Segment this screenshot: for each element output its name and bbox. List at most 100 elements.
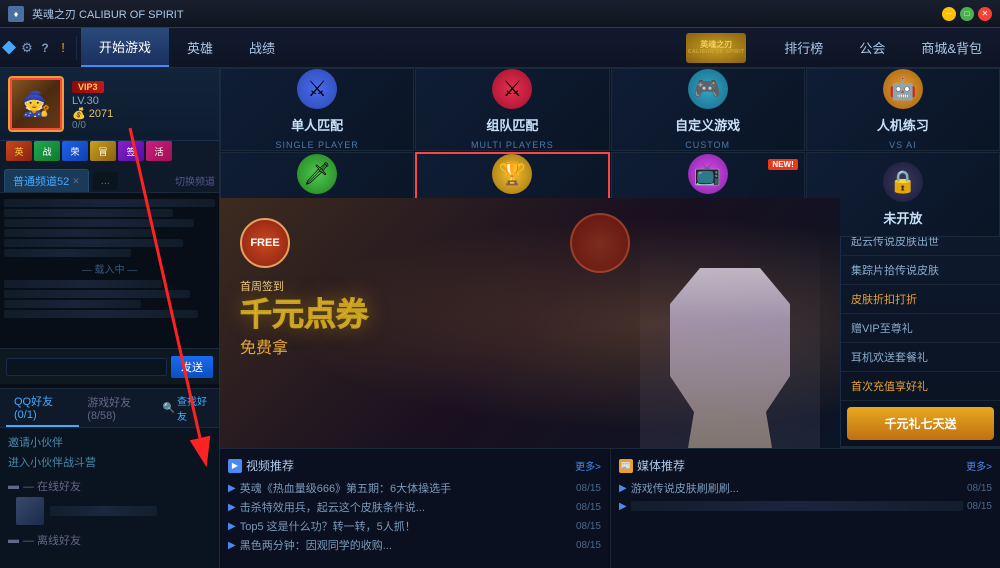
chat-input[interactable] [6, 358, 167, 376]
close-channel-icon[interactable]: ✕ [72, 176, 80, 187]
tab-ranking[interactable]: 排行榜 [766, 28, 841, 67]
friends-actions: 邀请小伙伴 进入小伙伴战斗营 [0, 428, 219, 476]
media-section-header: 📰 媒体推荐 更多> [619, 457, 992, 474]
avatar-highlight [10, 78, 62, 130]
help-icon[interactable]: ? [36, 39, 54, 57]
new-badge: NEW! [768, 159, 797, 170]
settings-icon[interactable]: ⚙ [18, 39, 36, 57]
video-section: ▶ 视频推荐 更多> ▶ 英魂《热血量级666》第五期：6大体操选手 08/15… [220, 449, 609, 568]
right-panel-item-6: 首次充值享好礼 [841, 372, 1000, 401]
search-icon: 🔍 [163, 403, 175, 414]
top-navigation: ⚙ ? ! 开始游戏 英雄 战绩 英魂之刃 CALIBUR OF SPIRIT … [0, 28, 1000, 68]
tab-battle-record[interactable]: 战绩 [231, 28, 293, 67]
chat-message-blurred-3 [4, 229, 152, 237]
video-date-3: 08/15 [576, 540, 601, 551]
media-bullet-0: ▶ [619, 483, 627, 494]
profile-item-5[interactable]: 活 [146, 141, 172, 161]
mode-single-player[interactable]: ⚔ 单人匹配 SINGLE PLAYER [220, 68, 414, 151]
online-group-header[interactable]: ▬ — 在线好友 [8, 478, 211, 494]
locked-icon: 🔒 [883, 162, 923, 202]
mode-custom[interactable]: 🎮 自定义游戏 CUSTOM [611, 68, 805, 151]
cos-tv-icon: 📺 [688, 154, 728, 194]
send-button[interactable]: 发送 [171, 356, 213, 378]
switch-channel-button[interactable]: 切换频道 [175, 173, 215, 188]
vip-badge: VIP3 [72, 81, 104, 93]
video-date-2: 08/15 [576, 521, 601, 532]
profile-item-4[interactable]: 签 [118, 141, 144, 161]
chat-message-blurred-9 [4, 310, 198, 318]
app-title: 英魂之刃 CALIBUR OF SPIRIT [32, 6, 184, 22]
media-date-0: 08/15 [967, 483, 992, 494]
close-button[interactable]: ✕ [978, 7, 992, 21]
banner-content: FREE 首周签到 千元点券 免费拿 [240, 218, 368, 358]
game-logo: 英魂之刃 CALIBUR OF SPIRIT [676, 29, 756, 67]
right-panel-item-5: 耳机欢送套餐礼 [841, 343, 1000, 372]
media-date-1: 08/15 [967, 501, 992, 512]
video-item-3[interactable]: ▶ 黑色两分钟：因观同学的收购... 08/15 [228, 537, 601, 553]
media-item-1[interactable]: ▶ 08/15 [619, 499, 992, 513]
chat-message-blurred-5 [4, 249, 131, 257]
mode-multi-player[interactable]: ⚔ 组队匹配 MULTI PLAYERS [415, 68, 609, 151]
mode-vs-ai[interactable]: 🤖 人机练习 VS AI [806, 68, 1000, 151]
chat-message-blurred-7 [4, 290, 190, 298]
media-item-0[interactable]: ▶ 游戏传说皮肤刷刷刷... 08/15 [619, 480, 992, 496]
vs-ai-label-cn: 人机练习 [877, 115, 929, 134]
banner-text-top: 首周签到 [240, 278, 368, 294]
channel-tabs: 普通频道52 ✕ ... 切换频道 [0, 165, 219, 193]
nav-tabs-right: 排行榜 公会 商城&背包 [766, 28, 1000, 67]
media-title-0: 游戏传说皮肤刷刷刷... [631, 480, 963, 496]
locked-label-cn: 未开放 [883, 208, 922, 227]
friend-online-item [8, 494, 211, 528]
warning-icon[interactable]: ! [54, 39, 72, 57]
tab-start-game[interactable]: 开始游戏 [81, 28, 169, 67]
bullet-0: ▶ [228, 483, 236, 494]
tab-shop[interactable]: 商城&背包 [903, 28, 1000, 67]
custom-label-cn: 自定义游戏 [675, 115, 740, 134]
active-channel-tab[interactable]: 普通频道52 ✕ [4, 169, 89, 192]
invite-friends-link[interactable]: 邀请小伙伴 [8, 432, 211, 452]
tab-guild[interactable]: 公会 [841, 28, 903, 67]
video-section-header: ▶ 视频推荐 更多> [228, 457, 601, 474]
inactive-channel-tab[interactable]: ... [93, 172, 118, 190]
rpg-icon: 🗡 [297, 154, 337, 194]
player-level: LV.30 [72, 95, 211, 107]
maximize-button[interactable]: □ [960, 7, 974, 21]
profile-item-2[interactable]: 荣 [62, 141, 88, 161]
profile-item-1[interactable]: 战 [34, 141, 60, 161]
profile-items-row: 英 战 荣 冒 签 活 [0, 141, 219, 165]
video-more-link[interactable]: 更多> [575, 458, 601, 473]
friends-section: QQ好友(0/1) 游戏好友(8/58) 🔍 查找好友 邀请小伙伴 进入小伙伴战… [0, 388, 219, 568]
vs-ai-label-en: VS AI [889, 140, 917, 150]
video-item-0[interactable]: ▶ 英魂《热血量级666》第五期：6大体操选手 08/15 [228, 480, 601, 496]
avatar-wrapper[interactable]: 🧙 [8, 76, 64, 132]
video-item-2[interactable]: ▶ Top5 这是什么功？转一转，5人抓！ 08/15 [228, 518, 601, 534]
profile-item-3[interactable]: 冒 [90, 141, 116, 161]
tab-hero[interactable]: 英雄 [169, 28, 231, 67]
diamond-icon[interactable] [0, 39, 18, 57]
chat-message-blurred-6 [4, 280, 162, 288]
media-more-link[interactable]: 更多> [966, 458, 992, 473]
online-friends-group: ▬ — 在线好友 [0, 476, 219, 530]
banner-text-sub: 免费拿 [240, 334, 368, 358]
expand-offline-icon: ▬ [8, 534, 19, 546]
right-panel-gold-button[interactable]: 千元礼七天送 [847, 407, 994, 440]
minimize-button[interactable]: ─ [942, 7, 956, 21]
right-panel-item-3: 皮肤折扣打折 [841, 285, 1000, 314]
friend-avatar-inner [16, 497, 44, 525]
game-friends-tab[interactable]: 游戏好友(8/58) [79, 390, 162, 426]
channel-name: 普通频道52 [13, 173, 69, 189]
video-date-0: 08/15 [576, 483, 601, 494]
media-icon: 📰 [619, 459, 633, 473]
character-shape [670, 268, 790, 448]
friend-name-blur [50, 506, 157, 516]
profile-info: VIP3 LV.30 💰 2071 0/0 [72, 77, 211, 131]
search-friends-button[interactable]: 🔍 查找好友 [163, 393, 213, 423]
banner-seal [570, 213, 630, 273]
qq-friends-tab[interactable]: QQ好友(0/1) [6, 389, 79, 427]
battle-camp-link[interactable]: 进入小伙伴战斗营 [8, 452, 211, 472]
offline-group-header[interactable]: ▬ — 离线好友 [8, 532, 211, 548]
chat-placeholder: — 载入中 — [4, 261, 215, 276]
player-exp: 0/0 [72, 120, 211, 131]
video-item-1[interactable]: ▶ 击杀特效用兵，起云这个皮肤条件说... 08/15 [228, 499, 601, 515]
profile-item-0[interactable]: 英 [6, 141, 32, 161]
